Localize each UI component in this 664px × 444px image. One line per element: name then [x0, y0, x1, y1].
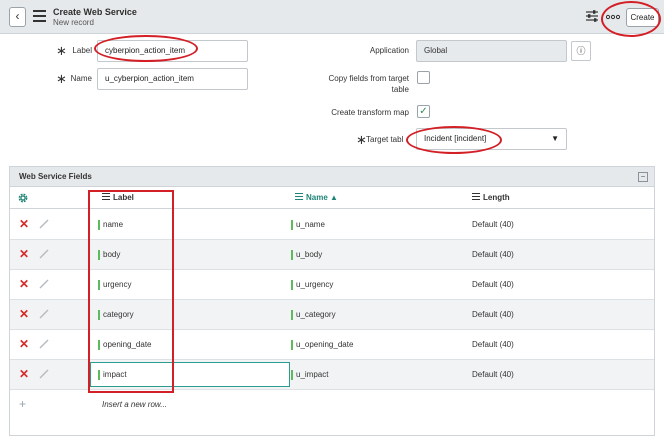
- column-header-label[interactable]: Label: [102, 193, 134, 202]
- sort-ascending-icon: ▲: [330, 193, 338, 202]
- web-service-fields-section: Web Service Fields − Label Name ▲ Length…: [9, 166, 655, 436]
- checkmark-icon: ✓: [419, 106, 428, 117]
- table-row[interactable]: ✕ opening_date u_opening_date Default (4…: [10, 330, 654, 360]
- label-cell[interactable]: impact: [98, 370, 127, 380]
- table-row[interactable]: ✕ impact u_impact Default (40): [10, 360, 654, 390]
- target-table-value: Incident [incident]: [424, 134, 487, 143]
- application-input: Global: [416, 40, 567, 62]
- name-cell[interactable]: u_category: [291, 310, 336, 320]
- section-title: Web Service Fields: [19, 172, 92, 181]
- length-cell[interactable]: Default (40): [472, 310, 514, 319]
- pencil-icon[interactable]: [39, 219, 49, 229]
- page-subtitle: New record: [53, 18, 94, 27]
- length-cell[interactable]: Default (40): [472, 220, 514, 229]
- insert-row[interactable]: + Insert a new row...: [10, 390, 654, 420]
- delete-icon[interactable]: ✕: [19, 368, 29, 380]
- length-cell[interactable]: Default (40): [472, 250, 514, 259]
- table-row[interactable]: ✕ body u_body Default (40): [10, 240, 654, 270]
- table-row[interactable]: ✕ name u_name Default (40): [10, 210, 654, 240]
- target-table-select[interactable]: Incident [incident] ▼: [416, 128, 567, 150]
- length-cell[interactable]: Default (40): [472, 340, 514, 349]
- label-field-label: Label: [72, 46, 92, 55]
- collapse-icon[interactable]: −: [638, 172, 648, 182]
- name-cell[interactable]: u_name: [291, 220, 325, 230]
- length-cell[interactable]: Default (40): [472, 370, 514, 379]
- delete-icon[interactable]: ✕: [19, 338, 29, 350]
- label-cell[interactable]: body: [98, 250, 120, 260]
- create-transform-checkbox[interactable]: ✓: [417, 105, 430, 118]
- table-row[interactable]: ✕ category u_category Default (40): [10, 300, 654, 330]
- delete-icon[interactable]: ✕: [19, 308, 29, 320]
- label-cell[interactable]: opening_date: [98, 340, 152, 350]
- table-row[interactable]: ✕ urgency u_urgency Default (40): [10, 270, 654, 300]
- delete-icon[interactable]: ✕: [19, 248, 29, 260]
- table-header: Label Name ▲ Length: [10, 187, 654, 209]
- form-header: ‹ Create Web Service New record Create: [0, 0, 664, 34]
- pencil-icon[interactable]: [39, 309, 49, 319]
- section-header: Web Service Fields −: [10, 167, 654, 187]
- info-icon: ⓘ: [576, 46, 586, 56]
- plus-icon[interactable]: +: [19, 397, 26, 411]
- target-table-label: Target tabl: [366, 135, 404, 144]
- name-cell[interactable]: u_body: [291, 250, 322, 260]
- label-cell[interactable]: name: [98, 220, 123, 230]
- pencil-icon[interactable]: [39, 249, 49, 259]
- page-title: Create Web Service: [53, 7, 137, 17]
- label-cell[interactable]: category: [98, 310, 134, 320]
- delete-icon[interactable]: ✕: [19, 218, 29, 230]
- label-input[interactable]: cyberpion_action_item: [97, 40, 248, 62]
- name-field-label: Name: [70, 74, 92, 83]
- chevron-down-icon: ▼: [551, 134, 559, 143]
- name-cell[interactable]: u_urgency: [291, 280, 333, 290]
- sliders-icon[interactable]: [585, 9, 599, 23]
- column-header-name[interactable]: Name ▲: [295, 193, 338, 202]
- create-transform-label: Create transform map: [331, 108, 409, 117]
- copy-fields-label: Copy fields from target: [328, 74, 409, 83]
- pencil-icon[interactable]: [39, 279, 49, 289]
- column-menu-icon: [295, 193, 303, 202]
- copy-fields-label-cont: table: [391, 85, 409, 94]
- column-menu-icon: [472, 193, 480, 202]
- label-cell[interactable]: urgency: [98, 280, 131, 290]
- copy-fields-checkbox[interactable]: [417, 71, 430, 84]
- pencil-icon[interactable]: [39, 339, 49, 349]
- hamburger-icon[interactable]: [33, 10, 46, 22]
- length-cell[interactable]: Default (40): [472, 280, 514, 289]
- name-input[interactable]: u_cyberpion_action_item: [97, 68, 248, 90]
- more-icon[interactable]: [606, 14, 620, 20]
- column-header-length[interactable]: Length: [472, 193, 510, 202]
- record-form: ∗ Label cyberpion_action_item ∗ Name u_c…: [0, 34, 664, 156]
- application-field-label: Application: [369, 46, 409, 55]
- info-button[interactable]: ⓘ: [571, 41, 591, 61]
- gear-icon[interactable]: [17, 192, 29, 204]
- pencil-icon[interactable]: [39, 369, 49, 379]
- create-button[interactable]: Create: [626, 8, 659, 27]
- insert-row-prompt[interactable]: Insert a new row...: [102, 400, 167, 409]
- delete-icon[interactable]: ✕: [19, 278, 29, 290]
- column-menu-icon: [102, 193, 110, 202]
- back-button[interactable]: ‹: [9, 7, 26, 27]
- name-cell[interactable]: u_impact: [291, 370, 328, 380]
- chevron-left-icon: ‹: [15, 9, 20, 23]
- required-indicator: ∗: [56, 43, 67, 58]
- name-cell[interactable]: u_opening_date: [291, 340, 353, 350]
